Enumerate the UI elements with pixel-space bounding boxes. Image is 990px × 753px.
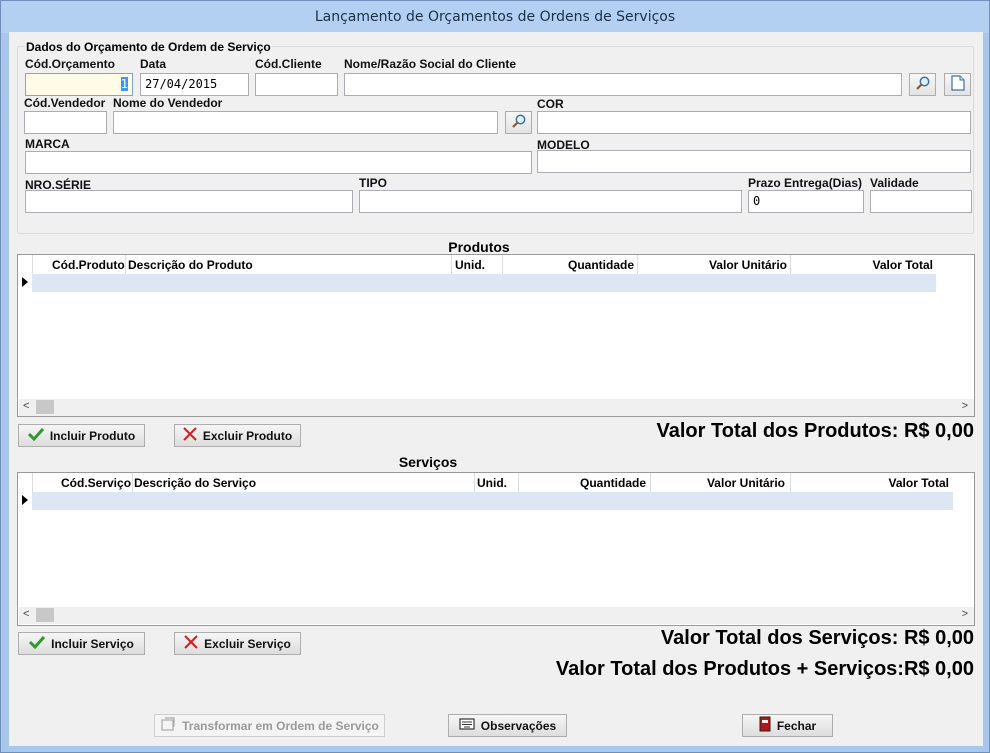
cod-cliente-label: Cód.Cliente bbox=[255, 57, 322, 71]
excluir-produto-button[interactable]: Excluir Produto bbox=[174, 424, 301, 447]
data-label: Data bbox=[140, 57, 167, 71]
new-cliente-button[interactable] bbox=[944, 73, 971, 96]
scroll-left-icon[interactable]: < bbox=[23, 400, 29, 412]
cod-orcamento-field[interactable]: 1 bbox=[25, 73, 133, 96]
search-cliente-button[interactable] bbox=[909, 73, 936, 96]
prazo-field[interactable]: 0 bbox=[748, 190, 864, 213]
transformar-os-button[interactable]: Transformar em Ordem de Serviço bbox=[154, 714, 385, 737]
validade-label: Validade bbox=[870, 176, 919, 190]
col-cod-produto[interactable]: Cód.Produto bbox=[52, 258, 125, 272]
tipo-label: TIPO bbox=[359, 176, 388, 190]
col-descricao-produto[interactable]: Descrição do Produto bbox=[128, 258, 253, 272]
marca-field[interactable] bbox=[25, 151, 532, 174]
row-indicator-icon bbox=[22, 495, 28, 505]
incluir-servico-label: Incluir Serviço bbox=[51, 636, 134, 651]
scroll-right-icon[interactable]: > bbox=[962, 400, 968, 412]
col-descricao-servico[interactable]: Descrição do Serviço bbox=[134, 476, 256, 490]
app-window: Lançamento de Orçamentos de Ordens de Se… bbox=[0, 0, 990, 753]
total-produtos: Valor Total dos Produtos: R$ 0,00 bbox=[656, 420, 974, 442]
col-valor-unitario[interactable]: Valor Unitário bbox=[653, 476, 785, 490]
data-field[interactable]: 27/04/2015 bbox=[140, 73, 249, 96]
observacoes-label: Observações bbox=[480, 718, 557, 733]
produtos-grid-header: Cód.Produto Descrição do Produto Unid. Q… bbox=[18, 255, 938, 274]
window-title: Lançamento de Orçamentos de Ordens de Se… bbox=[1, 1, 989, 33]
nome-vendedor-label: Nome do Vendedor bbox=[113, 96, 223, 110]
table-row[interactable] bbox=[32, 274, 936, 292]
check-icon bbox=[29, 635, 46, 652]
incluir-produto-button[interactable]: Incluir Produto bbox=[18, 424, 145, 447]
servicos-grid[interactable]: Cód.Serviço Descrição do Serviço Unid. Q… bbox=[17, 472, 975, 626]
transformar-os-label: Transformar em Ordem de Serviço bbox=[182, 718, 379, 733]
col-unid[interactable]: Unid. bbox=[455, 258, 485, 272]
validade-field[interactable] bbox=[870, 190, 972, 213]
scroll-right-icon[interactable]: > bbox=[962, 608, 968, 620]
prazo-label: Prazo Entrega(Dias) bbox=[748, 176, 863, 190]
nro-serie-field[interactable] bbox=[25, 190, 353, 213]
total-geral: Valor Total dos Produtos + Serviços:R$ 0… bbox=[555, 658, 974, 680]
tipo-field[interactable] bbox=[359, 190, 742, 213]
cod-orcamento-label: Cód.Orçamento bbox=[25, 57, 116, 71]
col-valor-total[interactable]: Valor Total bbox=[794, 258, 933, 272]
col-valor-unitario[interactable]: Valor Unitário bbox=[640, 258, 787, 272]
produtos-title: Produtos bbox=[448, 239, 510, 255]
search-vendedor-button[interactable] bbox=[505, 111, 532, 134]
scroll-thumb[interactable] bbox=[36, 400, 54, 414]
col-cod-servico[interactable]: Cód.Serviço bbox=[61, 476, 131, 490]
cod-vendedor-label: Cód.Vendedor bbox=[24, 96, 106, 110]
modelo-field[interactable] bbox=[537, 150, 971, 173]
produtos-grid[interactable]: Cód.Produto Descrição do Produto Unid. Q… bbox=[17, 254, 975, 417]
exit-door-icon bbox=[759, 716, 771, 735]
nome-vendedor-field[interactable] bbox=[113, 111, 498, 134]
servicos-hscroll[interactable]: < > bbox=[19, 607, 974, 624]
excluir-servico-button[interactable]: Excluir Serviço bbox=[174, 632, 301, 655]
servicos-title: Serviços bbox=[398, 454, 458, 470]
total-servicos: Valor Total dos Serviços: R$ 0,00 bbox=[660, 627, 974, 649]
col-valor-total[interactable]: Valor Total bbox=[793, 476, 949, 490]
new-document-icon bbox=[950, 75, 965, 94]
cor-label: COR bbox=[537, 97, 564, 111]
x-icon bbox=[184, 635, 198, 652]
fechar-button[interactable]: Fechar bbox=[742, 714, 833, 737]
scroll-thumb[interactable] bbox=[36, 608, 54, 622]
search-icon bbox=[511, 113, 527, 132]
scroll-left-icon[interactable]: < bbox=[23, 608, 29, 620]
excluir-servico-label: Excluir Serviço bbox=[204, 636, 291, 651]
incluir-produto-label: Incluir Produto bbox=[49, 428, 136, 443]
form-client-area: Dados do Orçamento de Ordem de Serviço C… bbox=[9, 32, 983, 746]
col-unid[interactable]: Unid. bbox=[477, 476, 507, 490]
fechar-label: Fechar bbox=[776, 718, 817, 733]
search-icon bbox=[915, 75, 931, 94]
check-icon bbox=[27, 427, 44, 444]
col-quantidade[interactable]: Quantidade bbox=[523, 476, 646, 490]
col-quantidade[interactable]: Quantidade bbox=[508, 258, 634, 272]
excluir-produto-label: Excluir Produto bbox=[202, 428, 293, 443]
marca-label: MARCA bbox=[25, 137, 70, 151]
table-row[interactable] bbox=[32, 492, 953, 510]
group-title: Dados do Orçamento de Ordem de Serviço bbox=[25, 40, 272, 54]
transform-icon bbox=[160, 716, 176, 735]
cod-vendedor-field[interactable] bbox=[24, 111, 107, 134]
servicos-grid-header: Cód.Serviço Descrição do Serviço Unid. Q… bbox=[18, 473, 953, 492]
x-icon bbox=[183, 427, 197, 444]
row-indicator-icon bbox=[22, 277, 28, 287]
cor-field[interactable] bbox=[537, 111, 971, 134]
cod-cliente-field[interactable] bbox=[255, 73, 338, 96]
nome-cliente-field[interactable] bbox=[344, 73, 902, 96]
incluir-servico-button[interactable]: Incluir Serviço bbox=[18, 632, 145, 655]
observacoes-button[interactable]: Observações bbox=[448, 714, 567, 737]
nome-cliente-label: Nome/Razão Social do Cliente bbox=[344, 57, 517, 71]
produtos-hscroll[interactable]: < > bbox=[19, 399, 974, 416]
keyboard-icon bbox=[459, 717, 475, 734]
